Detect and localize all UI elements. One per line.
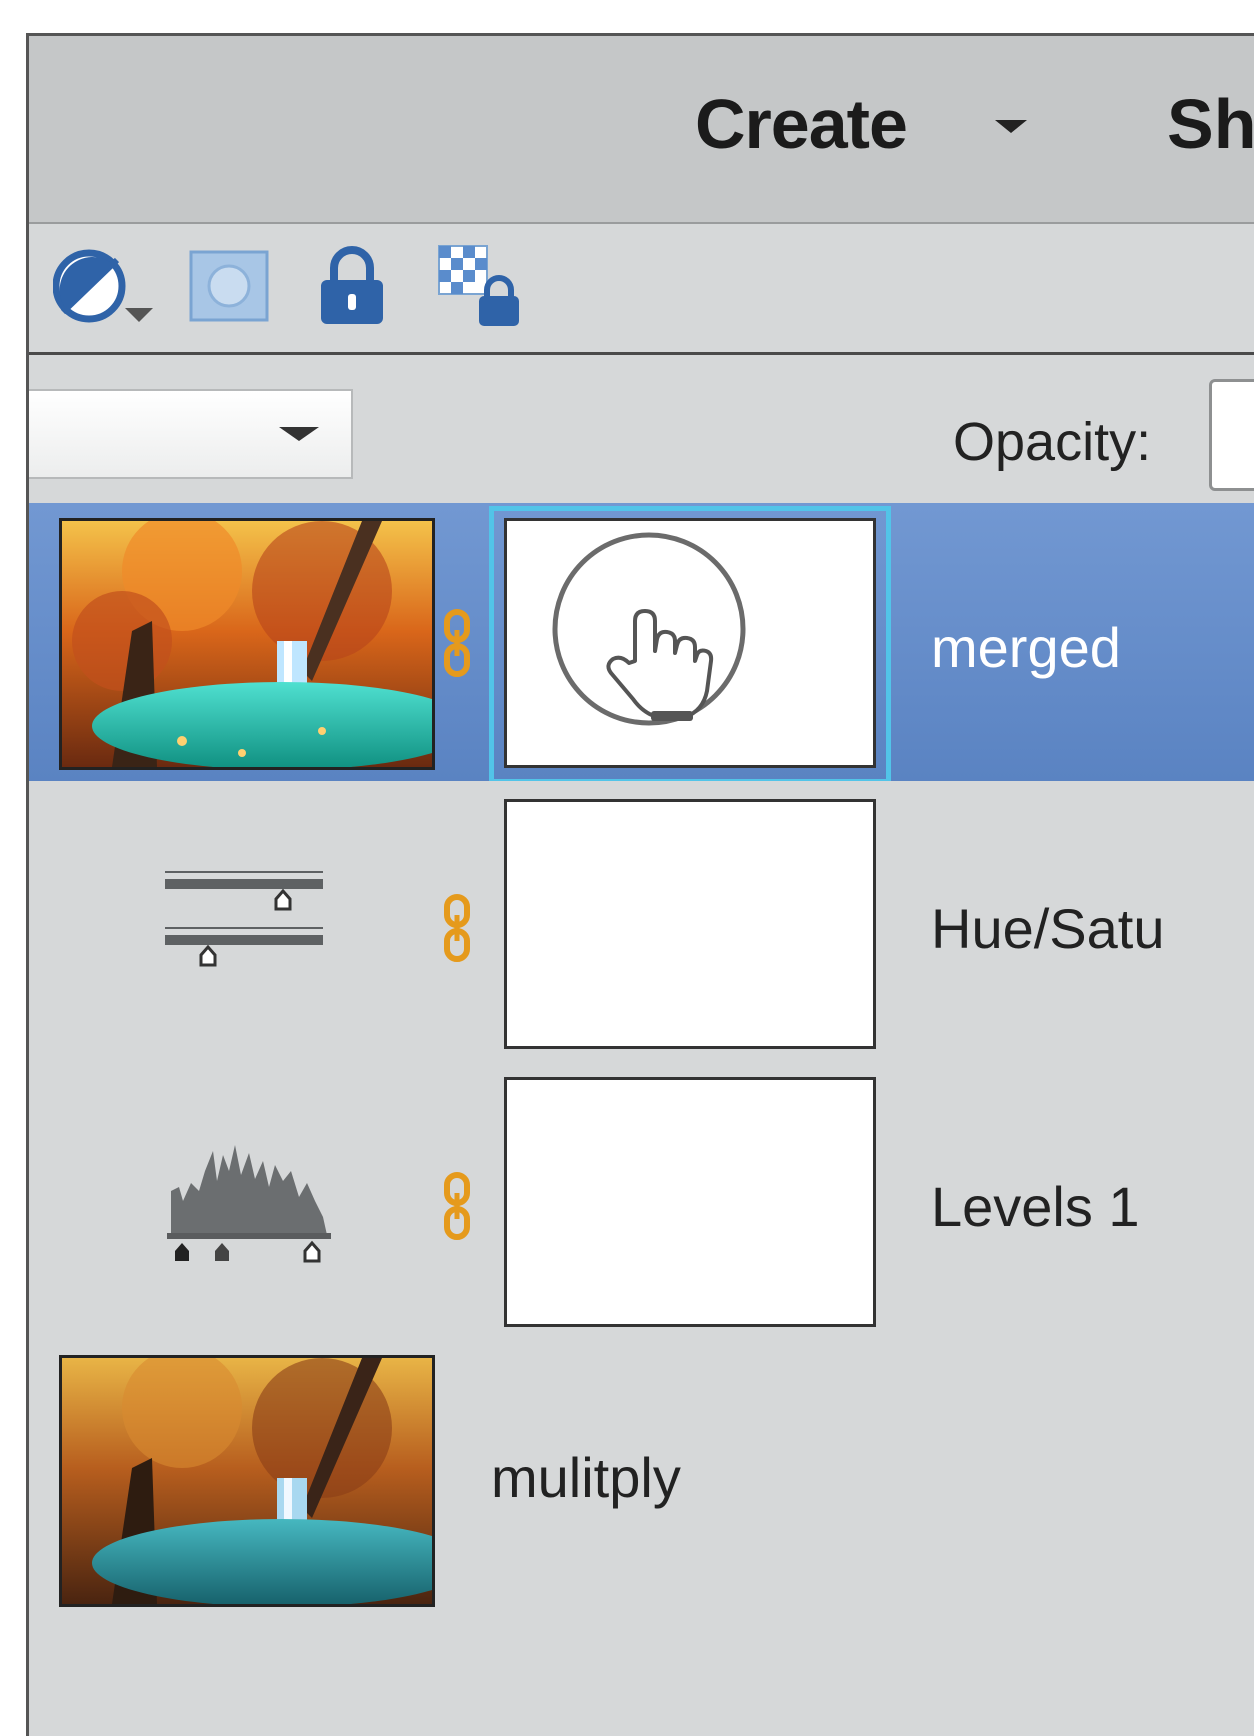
- link-icon[interactable]: [442, 1171, 472, 1241]
- layer-row-hue-saturation[interactable]: Hue/Satu: [29, 781, 1254, 1061]
- layer-row-mulitply[interactable]: mulitply: [29, 1337, 1254, 1736]
- share-menu-button[interactable]: Sh: [1167, 84, 1254, 164]
- layer-row-merged[interactable]: merged: [29, 503, 1254, 784]
- link-icon[interactable]: [442, 893, 472, 963]
- hue-saturation-icon: [165, 871, 323, 967]
- opacity-label: Opacity:: [953, 412, 1152, 472]
- layer-mask-thumbnail[interactable]: [504, 1077, 876, 1327]
- blend-controls: Opacity:: [29, 355, 1254, 503]
- lock-transparency-icon[interactable]: [437, 244, 527, 330]
- waterfall-thumbnail-image: [62, 521, 432, 767]
- waterfall-thumbnail-image: [62, 1358, 432, 1604]
- levels-histogram-icon: [167, 1145, 331, 1263]
- layer-mask-icon[interactable]: [189, 250, 269, 322]
- layer-mask-thumbnail[interactable]: [504, 799, 876, 1049]
- chevron-down-icon[interactable]: [995, 120, 1027, 133]
- link-icon[interactable]: [442, 608, 472, 678]
- layer-thumbnail: [59, 518, 435, 770]
- layer-thumbnail: [59, 1355, 435, 1607]
- blend-mode-select[interactable]: [29, 389, 353, 479]
- adjustment-layer-icon[interactable]: [53, 246, 163, 336]
- layers-panel: Create Sh Opacity: merged Hue/Satu Level…: [26, 33, 1254, 1736]
- layer-name[interactable]: mulitply: [491, 1445, 681, 1510]
- layer-name[interactable]: merged: [931, 615, 1121, 680]
- layer-name[interactable]: Hue/Satu: [931, 896, 1165, 961]
- layers-toolbar: [29, 224, 1254, 355]
- layer-row-levels[interactable]: Levels 1: [29, 1059, 1254, 1339]
- layer-name[interactable]: Levels 1: [931, 1174, 1140, 1239]
- lock-icon[interactable]: [317, 244, 387, 328]
- create-menu-button[interactable]: Create: [695, 84, 908, 164]
- hand-pointer-icon: [552, 532, 746, 726]
- top-bar: Create Sh: [29, 36, 1254, 224]
- chevron-down-icon[interactable]: [279, 427, 319, 441]
- opacity-input[interactable]: [1209, 379, 1254, 491]
- layer-mask-thumbnail[interactable]: [504, 518, 876, 768]
